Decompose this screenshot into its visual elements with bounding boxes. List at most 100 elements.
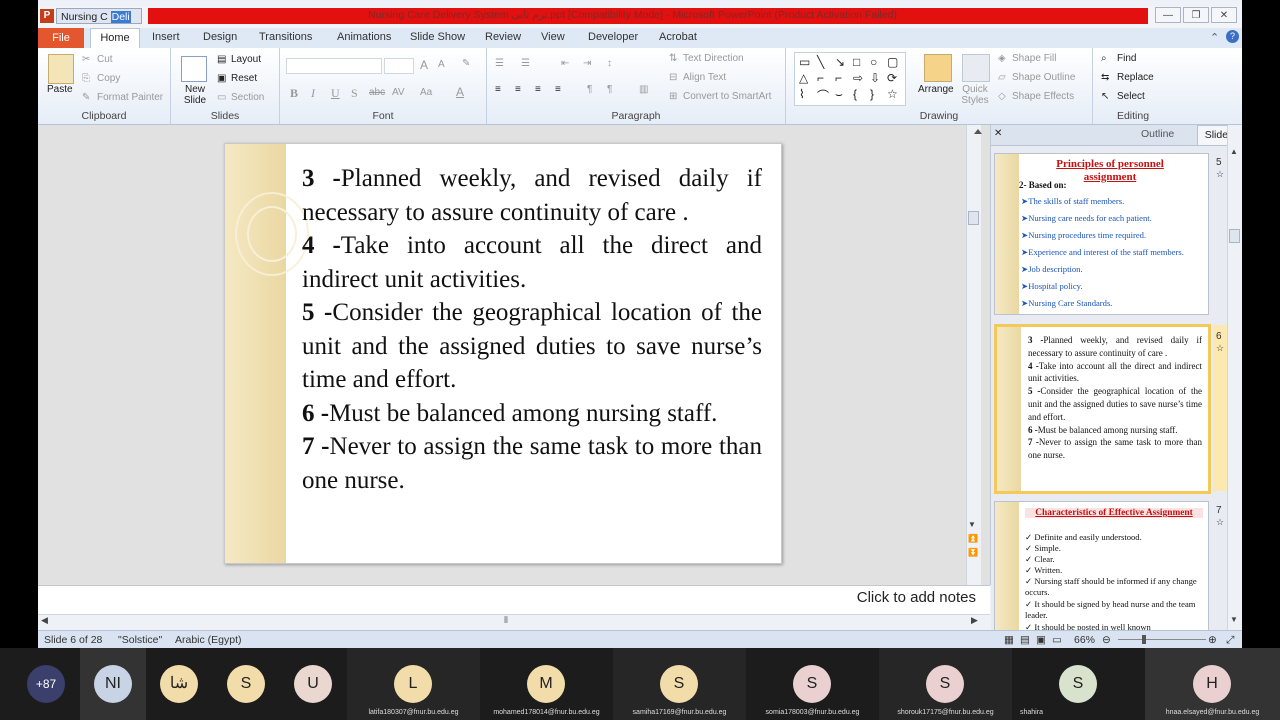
zoom-slider[interactable] [1118, 639, 1206, 640]
elbow-shape-icon[interactable]: ⌐ [817, 71, 824, 85]
zoom-slider-thumb[interactable] [1142, 635, 1146, 644]
rounded-rect-shape-icon[interactable]: ▢ [887, 55, 898, 69]
tab-review[interactable]: Review [485, 31, 521, 43]
brace-right-shape-icon[interactable]: } [870, 87, 874, 101]
slide-thumbnail-7[interactable]: Characteristics of Effective Assignment … [994, 501, 1209, 633]
change-case-button[interactable]: Aa [420, 87, 432, 98]
language-indicator[interactable]: Arabic (Egypt) [175, 634, 242, 646]
zoom-level[interactable]: 66% [1074, 634, 1095, 646]
arrow-line-shape-icon[interactable]: ↘ [835, 55, 845, 69]
cut-button[interactable]: Cut [97, 54, 113, 65]
copy-button[interactable]: Copy [97, 73, 120, 84]
participant-tile[interactable]: شا [146, 648, 213, 720]
section-button[interactable]: Section [231, 92, 264, 103]
line-shape-icon[interactable]: ╲ [817, 55, 824, 69]
shape-fill-button[interactable]: Shape Fill [1012, 53, 1056, 64]
justify-icon[interactable]: ≡ [555, 84, 561, 95]
decrease-indent-icon[interactable]: ⇤ [561, 58, 569, 69]
down-arrow-shape-icon[interactable]: ⇩ [870, 71, 880, 85]
participant-tile[interactable]: S samiha17169@fnur.bu.edu.eg [613, 648, 746, 720]
tab-animations[interactable]: Animations [337, 31, 391, 43]
tab-developer[interactable]: Developer [588, 31, 638, 43]
align-left-icon[interactable]: ≡ [495, 84, 501, 95]
scroll-left-arrow[interactable]: ◀ [41, 615, 48, 626]
horizontal-scroll-thumb[interactable]: ⦀ [504, 615, 508, 626]
bullets-icon[interactable]: ☰ [495, 58, 504, 69]
ltr-icon[interactable]: ¶ [607, 84, 612, 95]
columns-icon[interactable]: ▥ [639, 84, 648, 95]
align-center-icon[interactable]: ≡ [515, 84, 521, 95]
tab-view[interactable]: View [541, 31, 565, 43]
window-tab[interactable]: Nursing C Deli [56, 8, 142, 24]
strikethrough-button[interactable]: abc [369, 87, 385, 98]
numbering-icon[interactable]: ☰ [521, 58, 530, 69]
tab-outline[interactable]: Outline [1141, 128, 1174, 140]
editor-vertical-scrollbar[interactable]: ▼ ⏫ ⏬ [966, 125, 982, 585]
shape-effects-button[interactable]: Shape Effects [1012, 91, 1074, 102]
tab-home[interactable]: Home [90, 28, 140, 48]
close-panel-button[interactable]: ✕ [994, 128, 1002, 139]
participant-tile[interactable]: H hnaa.elsayed@fnur.bu.edu.eg [1145, 648, 1280, 720]
participant-tile[interactable]: S shorouk17175@fnur.bu.edu.eg [879, 648, 1012, 720]
arc-shape-icon[interactable]: ⌒ [817, 87, 829, 104]
arrange-button[interactable]: Arrange [918, 84, 954, 95]
align-text-button[interactable]: Align Text [683, 72, 726, 83]
right-arrow-shape-icon[interactable]: ⇨ [853, 71, 863, 85]
participant-tile[interactable]: S [213, 648, 280, 720]
new-slide-button[interactable]: New Slide [177, 84, 213, 106]
rectangle-shape-icon[interactable]: □ [853, 55, 860, 69]
participant-tile[interactable]: NI [80, 648, 146, 720]
panel-scroll-down-arrow[interactable]: ▼ [1230, 615, 1238, 624]
participant-tile[interactable]: L latifa180307@fnur.bu.edu.eg [347, 648, 480, 720]
align-right-icon[interactable]: ≡ [535, 84, 541, 95]
previous-slide-button[interactable]: ⏫ [968, 534, 978, 543]
char-spacing-button[interactable]: AV [392, 87, 405, 98]
slide-thumbnail-5[interactable]: Principles of personnel assignment 2- Ba… [994, 153, 1209, 315]
curve-shape-icon[interactable]: ⌇ [799, 87, 805, 101]
textbox-shape-icon[interactable]: ▭ [799, 55, 810, 69]
shapes-gallery[interactable]: ▭ ╲ ↘ □ ○ ▢ △ ⌐ ⌐ ⇨ ⇩ ⟳ ⌇ ⌒ ⌣ { } ☆ [794, 52, 906, 106]
oval-shape-icon[interactable]: ○ [870, 55, 877, 69]
bold-button[interactable]: B [290, 86, 298, 101]
participant-tile[interactable]: +87 [0, 648, 80, 720]
tab-transitions[interactable]: Transitions [259, 31, 312, 43]
underline-button[interactable]: U [331, 86, 340, 101]
participant-tile[interactable]: S shahira [1012, 648, 1145, 720]
scroll-thumb[interactable] [968, 211, 979, 225]
brace-left-shape-icon[interactable]: { [853, 87, 857, 101]
participant-tile[interactable]: S somia178003@fnur.bu.edu.eg [746, 648, 879, 720]
quick-styles-button[interactable]: Quick Styles [960, 84, 990, 106]
restore-button[interactable]: ❐ [1183, 7, 1209, 23]
tab-file[interactable]: File [38, 28, 84, 48]
panel-vertical-scrollbar[interactable]: ▲ ▼ [1227, 125, 1242, 630]
line-spacing-icon[interactable]: ↕ [607, 58, 612, 69]
minimize-button[interactable]: — [1155, 7, 1181, 23]
notes-pane[interactable]: Click to add notes [38, 585, 990, 614]
tab-slide-show[interactable]: Slide Show [410, 31, 465, 43]
participant-tile[interactable]: U [280, 648, 347, 720]
close-button[interactable]: ✕ [1211, 7, 1237, 23]
font-size-select[interactable] [384, 58, 414, 74]
scroll-down-arrow[interactable]: ▼ [968, 520, 976, 529]
text-direction-button[interactable]: Text Direction [683, 53, 744, 64]
help-icon[interactable]: ? [1226, 30, 1239, 43]
shape-outline-button[interactable]: Shape Outline [1012, 72, 1075, 83]
clear-format-icon[interactable]: ✎ [462, 58, 470, 69]
panel-scroll-up-arrow[interactable]: ▲ [1230, 147, 1238, 156]
reset-button[interactable]: Reset [231, 73, 257, 84]
slideshow-view-icon[interactable]: ▭ [1052, 634, 1062, 646]
paste-button[interactable]: Paste [47, 84, 73, 95]
slide-sorter-icon[interactable]: ▤ [1020, 634, 1030, 646]
powerpoint-app-icon[interactable]: P [40, 9, 54, 23]
theme-name[interactable]: "Solstice" [118, 634, 162, 646]
bracket-shape-icon[interactable]: ⌣ [835, 87, 843, 102]
layout-button[interactable]: Layout [231, 54, 261, 65]
tab-acrobat[interactable]: Acrobat [659, 31, 697, 43]
panel-scroll-thumb[interactable] [1229, 229, 1240, 243]
zoom-out-button[interactable]: ⊖ [1102, 634, 1111, 646]
grow-font-button[interactable]: A [420, 58, 428, 72]
find-button[interactable]: Find [1117, 53, 1136, 64]
rtl-icon[interactable]: ¶ [587, 84, 592, 95]
reading-view-icon[interactable]: ▣ [1036, 634, 1046, 646]
slide-thumbnail-6[interactable]: 3 -Planned weekly, and revised daily if … [994, 324, 1211, 494]
